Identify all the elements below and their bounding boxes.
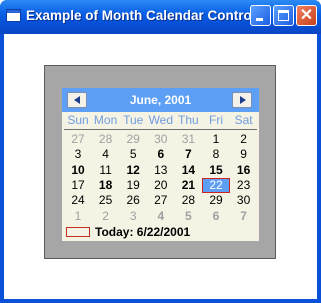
day-cell[interactable]: 26 [119,193,147,208]
close-icon: ✕ [299,7,314,24]
day-cell[interactable]: 14 [174,163,202,178]
day-cell[interactable]: 2 [92,209,120,224]
app-window: Example of Month Calendar Control ✕ June… [0,0,321,303]
day-cell[interactable]: 17 [64,178,92,193]
window-app-icon[interactable] [6,9,21,22]
day-cell[interactable]: 11 [92,163,120,178]
minimize-icon [256,18,263,21]
day-cell[interactable]: 24 [64,193,92,208]
client-area: June, 2001 Sun Mon Tue Wed Thu Fri Sat 27 28 29 3… [4,34,317,299]
day-cell[interactable]: 28 [92,132,120,147]
day-cell[interactable]: 19 [119,178,147,193]
window-title: Example of Month Calendar Control [26,8,256,23]
day-cell[interactable]: 8 [202,147,230,162]
day-cell[interactable]: 30 [230,193,258,208]
arrow-right-icon [240,96,246,104]
day-cell[interactable]: 9 [230,147,258,162]
day-cell[interactable]: 28 [174,193,202,208]
day-cell[interactable]: 29 [202,193,230,208]
day-cell[interactable]: 3 [119,209,147,224]
day-cell[interactable]: 7 [230,209,258,224]
day-of-week-label: Thu [178,113,199,127]
day-cell[interactable]: 31 [174,132,202,147]
month-title[interactable]: June, 2001 [62,93,259,107]
day-cell[interactable]: 27 [64,132,92,147]
day-cell[interactable]: 4 [147,209,175,224]
day-cell[interactable]: 1 [202,132,230,147]
day-cell[interactable]: 16 [230,163,258,178]
day-cell[interactable]: 27 [147,193,175,208]
maximize-button[interactable] [273,5,294,26]
day-cell[interactable]: 3 [64,147,92,162]
day-cell[interactable]: 13 [147,163,175,178]
day-cell[interactable]: 1 [64,209,92,224]
day-of-week-label: Fri [209,113,223,127]
day-cell[interactable]: 29 [119,132,147,147]
calendar-header: June, 2001 [62,88,259,112]
day-of-week-label: Sun [67,113,89,127]
day-cell[interactable]: 7 [174,147,202,162]
day-cell[interactable]: 5 [119,147,147,162]
day-cell[interactable]: 25 [92,193,120,208]
next-month-button[interactable] [232,92,252,108]
day-cell[interactable]: 18 [92,178,120,193]
today-link[interactable]: Today: 6/22/2001 [66,224,256,240]
day-cell[interactable]: 4 [92,147,120,162]
day-cell[interactable]: 21 [174,178,202,193]
day-grid: 27 28 29 30 31 1 2 3 4 5 6 7 8 9 10 11 12 13 14 15 16 17 18 19 2… [64,132,257,224]
close-button[interactable]: ✕ [296,5,317,26]
day-cell[interactable]: 2 [230,132,258,147]
day-cell[interactable]: 20 [147,178,175,193]
day-of-week-label: Mon [93,113,118,127]
day-cell[interactable]: 6 [147,147,175,162]
day-cell[interactable]: 30 [147,132,175,147]
today-marker-icon [66,227,90,237]
minimize-button[interactable] [250,5,271,26]
day-cell[interactable]: 15 [202,163,230,178]
day-cell[interactable]: 5 [174,209,202,224]
day-cell[interactable]: 10 [64,163,92,178]
day-cell[interactable]: 23 [230,178,258,193]
day-of-week-label: Wed [148,113,174,127]
maximize-icon [278,10,289,21]
calendar-panel: June, 2001 Sun Mon Tue Wed Thu Fri Sat 27 28 29 3… [44,65,276,259]
selected-day-cell[interactable]: 22 [202,177,230,193]
title-bar[interactable]: Example of Month Calendar Control ✕ [0,0,321,34]
day-cell[interactable]: 6 [202,209,230,224]
month-calendar[interactable]: June, 2001 Sun Mon Tue Wed Thu Fri Sat 27 28 29 3… [62,88,259,241]
day-cell[interactable]: 12 [119,163,147,178]
day-of-week-label: Tue [123,113,144,127]
today-label: Today: 6/22/2001 [95,225,191,239]
day-of-week-label: Sat [234,113,253,127]
day-of-week-header: Sun Mon Tue Wed Thu Fri Sat [64,113,257,130]
